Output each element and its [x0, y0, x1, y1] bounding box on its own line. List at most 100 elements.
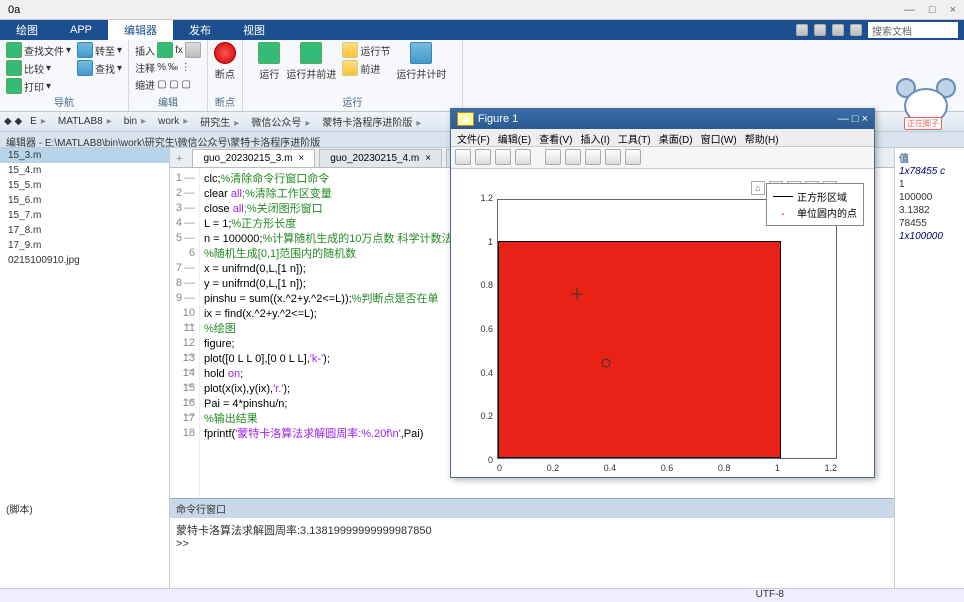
qa-icon-1[interactable]	[796, 24, 808, 36]
window-controls: — □ ×	[904, 4, 956, 16]
tool-new-icon[interactable]	[455, 149, 471, 165]
tool-insert-icon[interactable]	[625, 149, 641, 165]
mascot-character: 正在脚子	[896, 78, 956, 128]
file-item[interactable]: 0215100910.jpg	[0, 253, 169, 268]
command-window[interactable]: 蒙特卡洛算法求解圆周率:3.13819999999999987850 >>	[170, 518, 894, 588]
help-icon[interactable]	[850, 24, 862, 36]
mascot-label: 正在脚子	[904, 117, 942, 130]
fig-menu-file[interactable]: 文件(F)	[457, 131, 490, 144]
path-p1[interactable]: MATLAB8	[54, 114, 116, 129]
run-section-button[interactable]: 运行节	[342, 42, 390, 58]
fig-maximize-button[interactable]: □	[852, 113, 859, 125]
path-p6[interactable]: 蒙特卡洛程序进阶版	[318, 112, 425, 131]
figure-titlebar[interactable]: ▲Figure 1 — □ ×	[451, 109, 874, 129]
var-value[interactable]: 1	[899, 178, 960, 191]
file-item[interactable]: 17_8.m	[0, 223, 169, 238]
figure-menu: 文件(F) 编辑(E) 查看(V) 插入(I) 工具(T) 桌面(D) 窗口(W…	[451, 129, 874, 147]
tool-rotate-icon[interactable]	[565, 149, 581, 165]
advance-button[interactable]: 前进	[342, 60, 390, 76]
fig-menu-help[interactable]: 帮助(H)	[745, 131, 779, 144]
file-item[interactable]: 15_7.m	[0, 208, 169, 223]
var-value[interactable]: 3.1382	[899, 204, 960, 217]
tab-publish[interactable]: 发布	[173, 20, 227, 40]
compare-button[interactable]: 比较▾	[6, 60, 71, 76]
fig-minimize-button[interactable]: —	[838, 113, 849, 125]
figure-body: ⌂ ▤ ◧ ⌖ ⟳ 00.20.4 0.60.81 1.2	[451, 169, 874, 477]
qa-icon-2[interactable]	[814, 24, 826, 36]
group-edit-label: 编辑	[158, 94, 178, 109]
var-value[interactable]: 1x100000	[899, 230, 960, 243]
tool-datatip-icon[interactable]	[585, 149, 601, 165]
command-prompt[interactable]: >>	[176, 538, 888, 550]
hover-home-icon[interactable]: ⌂	[751, 181, 765, 195]
insert-button[interactable]: 插入 fx	[135, 42, 201, 58]
tab-add[interactable]: +	[170, 151, 188, 167]
tool-arrow-icon[interactable]	[545, 149, 561, 165]
print-button[interactable]: 打印▾	[6, 78, 71, 94]
file-item[interactable]: 15_3.m	[0, 148, 169, 163]
goto-button[interactable]: 转至▾	[77, 42, 122, 58]
tab-close-icon[interactable]: ×	[298, 153, 304, 164]
path-p2[interactable]: bin	[120, 114, 150, 129]
path-p3[interactable]: work	[154, 114, 192, 129]
var-value[interactable]: 1x78455 c	[899, 165, 960, 178]
code-body[interactable]: clc;%清除命令行窗口命令 clear all;%清除工作区变量 close …	[200, 168, 457, 498]
comment-button[interactable]: 注释 % ‰ ⋮	[135, 60, 201, 75]
command-window-title: 命令行窗口	[170, 498, 894, 518]
editor-tab-active[interactable]: guo_20230215_3.m×	[192, 149, 315, 167]
close-button[interactable]: ×	[950, 4, 956, 16]
tab-app[interactable]: APP	[54, 20, 108, 40]
quick-access: 搜索文档	[790, 20, 964, 40]
qa-icon-3[interactable]	[832, 24, 844, 36]
fig-menu-tools[interactable]: 工具(T)	[618, 131, 651, 144]
find-button[interactable]: 查找▾	[77, 60, 122, 76]
figure-window[interactable]: ▲Figure 1 — □ × 文件(F) 编辑(E) 查看(V) 插入(I) …	[450, 108, 875, 478]
legend[interactable]: 正方形区域 ·单位圆内的点	[766, 183, 864, 226]
axes[interactable]: ⌂ ▤ ◧ ⌖ ⟳ 00.20.4 0.60.81 1.2	[497, 199, 837, 459]
app-title: 0a	[8, 4, 20, 16]
status-encoding: UTF-8	[756, 589, 784, 600]
tool-open-icon[interactable]	[475, 149, 491, 165]
fig-menu-edit[interactable]: 编辑(E)	[498, 131, 531, 144]
plot-markers	[498, 200, 838, 460]
fig-close-button[interactable]: ×	[862, 113, 868, 125]
tab-view[interactable]: 视图	[227, 20, 281, 40]
path-drive[interactable]: E	[26, 114, 50, 129]
var-value[interactable]: 100000	[899, 191, 960, 204]
indent-button[interactable]: 缩进 ▢ ▢ ▢	[135, 77, 201, 92]
fig-menu-desktop[interactable]: 桌面(D)	[659, 131, 693, 144]
fig-menu-window[interactable]: 窗口(W)	[701, 131, 737, 144]
tab-editor[interactable]: 编辑器	[108, 20, 173, 40]
file-item[interactable]: 15_6.m	[0, 193, 169, 208]
ribbon: 查找文件▾ 比较▾ 打印▾ 转至▾ 查找▾ 导航 插入 fx 注释 % ‰ ⋮ …	[0, 40, 964, 112]
tab-close-icon[interactable]: ×	[425, 153, 431, 164]
plot-area	[497, 199, 837, 459]
find-files-button[interactable]: 查找文件▾	[6, 42, 71, 58]
var-value[interactable]: 78455	[899, 217, 960, 230]
breakpoints-button[interactable]: 断点	[214, 42, 236, 81]
run-advance-button[interactable]: 运行并前进	[286, 42, 336, 81]
path-p5[interactable]: 微信公众号	[247, 112, 314, 131]
maximize-button[interactable]: □	[929, 4, 936, 16]
file-item[interactable]: 15_5.m	[0, 178, 169, 193]
figure-toolbar	[451, 147, 874, 169]
fig-menu-view[interactable]: 查看(V)	[539, 131, 572, 144]
tool-save-icon[interactable]	[495, 149, 511, 165]
tool-link-icon[interactable]	[605, 149, 621, 165]
search-docs-input[interactable]: 搜索文档	[868, 22, 958, 38]
run-button[interactable]: 运行	[258, 42, 280, 81]
tab-plot[interactable]: 绘图	[0, 20, 54, 40]
file-item[interactable]: 17_9.m	[0, 238, 169, 253]
fig-menu-insert[interactable]: 插入(I)	[580, 131, 609, 144]
group-nav-label: 导航	[54, 94, 74, 109]
path-p4[interactable]: 研究生	[196, 112, 243, 131]
tool-print-icon[interactable]	[515, 149, 531, 165]
minimize-button[interactable]: —	[904, 4, 915, 16]
editor-tab[interactable]: guo_20230215_4.m×	[319, 149, 442, 167]
run-time-button[interactable]: 运行并计时	[396, 42, 446, 81]
ribbon-tabs: 绘图 APP 编辑器 发布 视图 搜索文档	[0, 20, 964, 40]
workspace-header: 值	[899, 150, 960, 165]
file-item[interactable]: 15_4.m	[0, 163, 169, 178]
file-details: (脚本)	[6, 501, 33, 516]
app-titlebar: 0a — □ ×	[0, 0, 964, 20]
